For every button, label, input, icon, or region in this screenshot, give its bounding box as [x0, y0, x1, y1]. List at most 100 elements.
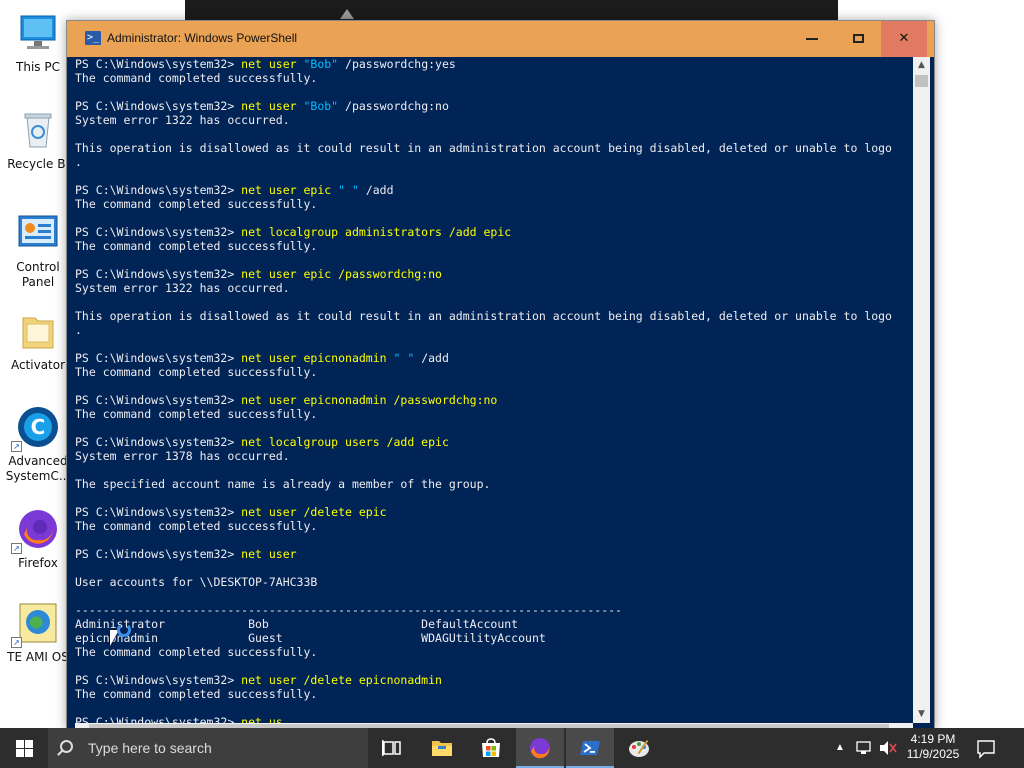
recycle-bin-icon — [15, 107, 61, 153]
store-button[interactable] — [467, 728, 515, 768]
desktop-icon-firefox[interactable]: ↗ Firefox — [3, 506, 73, 571]
close-button[interactable]: ✕ — [881, 21, 927, 57]
console-line: This operation is disallowed as it could… — [75, 309, 913, 323]
console-line: PS C:\Windows\system32> net user epicnon… — [75, 351, 913, 365]
clock-date: 11/9/2025 — [906, 747, 960, 761]
console-command-text: net user epic /passwordchg:no — [241, 267, 442, 281]
console-text: PS C:\Windows\system32> — [75, 435, 242, 449]
scroll-down-arrow-icon[interactable]: ▼ — [913, 706, 930, 723]
console-text: The command completed successfully. — [75, 71, 318, 85]
console-command-text: net localgroup users /add epic — [241, 435, 449, 449]
maximize-icon — [852, 34, 864, 43]
task-view-icon — [382, 740, 401, 756]
console-line: The specified account name is already a … — [75, 477, 913, 491]
start-button[interactable] — [0, 728, 48, 768]
network-tray-button[interactable] — [854, 728, 876, 768]
maximize-button[interactable] — [835, 21, 881, 57]
console-line: . — [75, 323, 913, 337]
shortcut-arrow-icon: ↗ — [11, 637, 22, 648]
vertical-scrollbar[interactable]: ▲ ▼ — [913, 57, 930, 723]
console-text: . — [75, 323, 82, 337]
firefox-icon — [530, 738, 550, 759]
desktop-icon-advanced-systemcare[interactable]: C ↗ Advanced SystemC... — [3, 404, 73, 484]
volume-tray-button[interactable] — [878, 728, 900, 768]
volume-muted-icon — [880, 741, 897, 755]
network-icon — [856, 741, 871, 754]
powershell-icon — [580, 741, 600, 755]
console-text: Administrator Bob DefaultAccount — [75, 617, 519, 631]
console-text: The command completed successfully. — [75, 519, 318, 533]
shortcut-arrow-icon: ↗ — [11, 543, 22, 554]
console-line: PS C:\Windows\system32> net user epic /p… — [75, 267, 913, 281]
console-line: The command completed successfully. — [75, 645, 913, 659]
scrollbar-thumb[interactable] — [915, 75, 928, 87]
file-explorer-button[interactable] — [418, 728, 466, 768]
desktop-icon-recycle-bin[interactable]: Recycle Bi — [3, 107, 73, 172]
firefox-taskbar-button[interactable] — [516, 728, 564, 768]
show-hidden-icons-button[interactable]: ▲ — [830, 728, 850, 768]
taskbar-search-box[interactable]: Type here to search — [48, 728, 368, 768]
clock[interactable]: 4:19 PM 11/9/2025 — [900, 728, 966, 768]
console-text: PS C:\Windows\system32> — [75, 351, 242, 365]
background-window[interactable] — [185, 0, 838, 22]
paint-taskbar-button[interactable] — [615, 728, 663, 768]
search-placeholder: Type here to search — [88, 740, 212, 756]
minimize-icon — [806, 37, 818, 40]
console-line: PS C:\Windows\system32> net user /delete… — [75, 505, 913, 519]
console-text: The command completed successfully. — [75, 365, 318, 379]
console-text: User accounts for \\DESKTOP-7AHC33B — [75, 575, 318, 589]
console-text: The command completed successfully. — [75, 687, 318, 701]
console-line: PS C:\Windows\system32> net user "Bob" /… — [75, 57, 913, 71]
powershell-window[interactable]: >_ Administrator: Windows PowerShell ✕ P… — [66, 20, 935, 731]
firefox-icon: ↗ — [11, 506, 61, 554]
desktop-icon-teami-os[interactable]: ↗ TE AMI OS — [3, 600, 73, 665]
file-explorer-icon — [432, 741, 452, 756]
store-icon — [482, 738, 500, 757]
powershell-taskbar-button[interactable] — [566, 728, 614, 768]
desktop-icon-this-pc[interactable]: This PC — [3, 10, 73, 75]
desktop-icon-label: This PC — [16, 60, 60, 74]
task-view-button[interactable] — [368, 728, 416, 768]
console-string-text: "Bob" — [303, 57, 339, 71]
desktop-icon-control-panel[interactable]: Control Panel — [3, 210, 73, 290]
notification-icon — [977, 740, 995, 759]
console-line: . — [75, 155, 913, 169]
desktop-icon-label: TE AMI OS — [7, 650, 69, 664]
console-text: PS C:\Windows\system32> — [75, 547, 242, 561]
svg-text:C: C — [31, 415, 46, 439]
console-line: PS C:\Windows\system32> net localgroup u… — [75, 435, 913, 449]
console-output[interactable]: PS C:\Windows\system32> net user "Bob" /… — [75, 57, 913, 723]
console-command-text: net localgroup administrators /add epic — [241, 225, 512, 239]
scroll-up-arrow-icon[interactable]: ▲ — [913, 57, 930, 74]
console-command-text: net user epicnonadmin — [241, 351, 394, 365]
advanced-systemcare-icon: C ↗ — [11, 404, 61, 452]
console-command-text: net user — [241, 547, 297, 561]
desktop-icon-label: Firefox — [18, 556, 58, 570]
console-string-text: " " — [338, 183, 359, 197]
console-command-text: net user /delete epic — [241, 505, 387, 519]
search-icon — [60, 740, 73, 753]
minimize-button[interactable] — [789, 21, 835, 57]
console-text: PS C:\Windows\system32> — [75, 267, 242, 281]
console-text: The command completed successfully. — [75, 645, 318, 659]
console-line: System error 1322 has occurred. — [75, 281, 913, 295]
console-text: PS C:\Windows\system32> — [75, 57, 242, 71]
console-line: epicnonadmin Guest WDAGUtilityAccount — [75, 631, 913, 645]
window-title: Administrator: Windows PowerShell — [107, 31, 298, 45]
notifications-button[interactable] — [970, 728, 1002, 768]
desktop-icon-label: Activator — [10, 358, 66, 372]
desktop-icon-activator[interactable]: Activator — [3, 308, 73, 373]
title-bar[interactable]: >_ Administrator: Windows PowerShell ✕ — [67, 21, 934, 57]
console-text: /add — [358, 183, 394, 197]
console-text: System error 1322 has occurred. — [75, 281, 290, 295]
console-text: System error 1378 has occurred. — [75, 449, 290, 463]
